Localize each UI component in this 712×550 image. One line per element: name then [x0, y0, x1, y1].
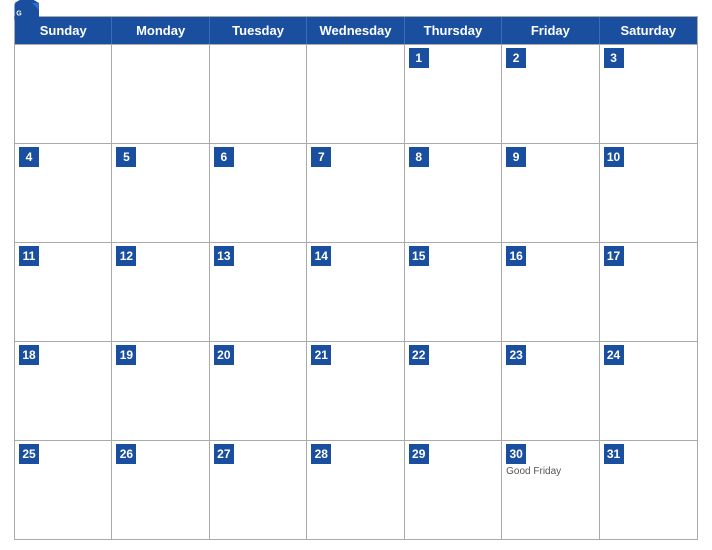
event-label: Good Friday [506, 466, 594, 477]
day-number: 1 [409, 48, 429, 68]
day-number: 4 [19, 147, 39, 167]
day-cell: 23 [502, 342, 599, 440]
day-cell [210, 45, 307, 143]
day-cell: 18 [15, 342, 112, 440]
day-header-tuesday: Tuesday [210, 17, 307, 44]
day-number: 15 [409, 246, 429, 266]
week-row-5: 25 26 27 28 29 30 Good Friday 31 [15, 440, 697, 539]
day-cell: 8 [405, 144, 502, 242]
svg-text:G: G [16, 10, 22, 17]
day-cell: 11 [15, 243, 112, 341]
logo: G [14, 0, 50, 24]
day-number: 16 [506, 246, 526, 266]
day-cell: 29 [405, 441, 502, 539]
day-number: 14 [311, 246, 331, 266]
day-header-wednesday: Wednesday [307, 17, 404, 44]
day-cell: 26 [112, 441, 209, 539]
day-number: 18 [19, 345, 39, 365]
day-cell: 17 [600, 243, 697, 341]
day-cell: 31 [600, 441, 697, 539]
week-row-2: 4 5 6 7 8 9 10 [15, 143, 697, 242]
weeks-container: 1234567891011121314151617181920212223242… [15, 44, 697, 539]
day-cell: 27 [210, 441, 307, 539]
day-header-monday: Monday [112, 17, 209, 44]
day-number: 8 [409, 147, 429, 167]
day-cell: 10 [600, 144, 697, 242]
day-cell [112, 45, 209, 143]
day-number: 28 [311, 444, 331, 464]
day-number: 5 [116, 147, 136, 167]
day-cell: 30 Good Friday [502, 441, 599, 539]
day-cell: 22 [405, 342, 502, 440]
day-cell: 2 [502, 45, 599, 143]
day-cell: 4 [15, 144, 112, 242]
day-cell: 16 [502, 243, 599, 341]
day-cell: 25 [15, 441, 112, 539]
day-cell: 6 [210, 144, 307, 242]
day-number: 7 [311, 147, 331, 167]
day-cell: 3 [600, 45, 697, 143]
day-number: 26 [116, 444, 136, 464]
day-cell: 13 [210, 243, 307, 341]
day-number: 3 [604, 48, 624, 68]
day-cell: 12 [112, 243, 209, 341]
day-number: 11 [19, 246, 39, 266]
day-number: 30 [506, 444, 526, 464]
day-number: 25 [19, 444, 39, 464]
day-cell [307, 45, 404, 143]
day-number: 20 [214, 345, 234, 365]
logo-icon: G [14, 0, 50, 24]
day-cell: 5 [112, 144, 209, 242]
day-header-friday: Friday [502, 17, 599, 44]
day-number: 19 [116, 345, 136, 365]
calendar-page: G SundayMondayTuesdayWednesdayThursdayFr… [0, 0, 712, 550]
day-number: 29 [409, 444, 429, 464]
day-number: 10 [604, 147, 624, 167]
week-row-3: 11 12 13 14 15 16 17 [15, 242, 697, 341]
week-row-4: 18 19 20 21 22 23 24 [15, 341, 697, 440]
days-header: SundayMondayTuesdayWednesdayThursdayFrid… [15, 17, 697, 44]
day-cell: 28 [307, 441, 404, 539]
week-row-1: 1 2 3 [15, 44, 697, 143]
day-cell: 20 [210, 342, 307, 440]
day-number: 13 [214, 246, 234, 266]
calendar-grid: SundayMondayTuesdayWednesdayThursdayFrid… [14, 16, 698, 540]
day-cell: 14 [307, 243, 404, 341]
day-cell: 7 [307, 144, 404, 242]
day-cell: 9 [502, 144, 599, 242]
day-number: 22 [409, 345, 429, 365]
day-cell [15, 45, 112, 143]
day-number: 31 [604, 444, 624, 464]
day-header-saturday: Saturday [600, 17, 697, 44]
day-number: 27 [214, 444, 234, 464]
day-number: 24 [604, 345, 624, 365]
day-cell: 21 [307, 342, 404, 440]
day-number: 21 [311, 345, 331, 365]
day-header-thursday: Thursday [405, 17, 502, 44]
day-number: 12 [116, 246, 136, 266]
day-number: 9 [506, 147, 526, 167]
day-cell: 19 [112, 342, 209, 440]
day-number: 6 [214, 147, 234, 167]
day-number: 23 [506, 345, 526, 365]
day-cell: 24 [600, 342, 697, 440]
day-cell: 15 [405, 243, 502, 341]
day-cell: 1 [405, 45, 502, 143]
day-number: 17 [604, 246, 624, 266]
day-number: 2 [506, 48, 526, 68]
